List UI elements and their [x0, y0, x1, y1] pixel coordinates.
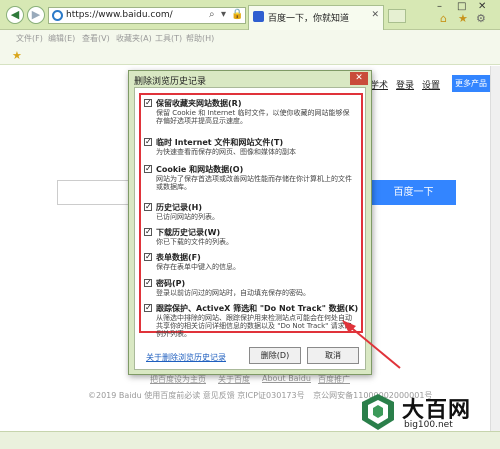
watermark-logo-icon [362, 394, 394, 430]
annotation-arrow [342, 320, 401, 369]
watermark-url: big100.net [404, 420, 453, 430]
